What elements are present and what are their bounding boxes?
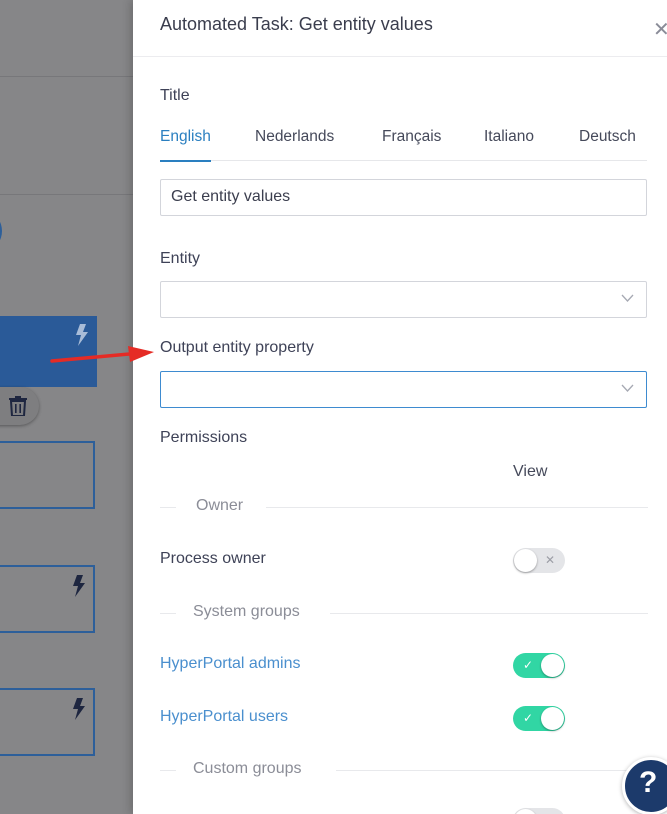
- permission-row-label[interactable]: HyperPortal users: [160, 708, 288, 726]
- permission-row-label[interactable]: HyperPortal admins: [160, 655, 301, 673]
- permission-group-name: Custom groups: [193, 760, 302, 777]
- annotation-arrow: [50, 346, 154, 363]
- close-icon[interactable]: ✕: [653, 20, 667, 40]
- view-column-header: View: [513, 463, 548, 480]
- tab-deutsch[interactable]: Deutsch: [579, 128, 636, 161]
- lightning-icon: [73, 575, 85, 597]
- delete-button: [0, 387, 39, 425]
- permission-group-header: System groups: [160, 603, 648, 623]
- background-divider: [0, 76, 133, 77]
- permissions-label: Permissions: [160, 429, 248, 446]
- permission-group-name: System groups: [193, 603, 300, 620]
- help-button[interactable]: ?: [622, 757, 667, 814]
- chevron-down-icon: [621, 294, 634, 302]
- background-circle-button: [0, 214, 2, 248]
- background-task-box: [0, 565, 95, 633]
- background-task-box: [0, 441, 95, 509]
- permission-group-header: Custom groups: [160, 760, 648, 780]
- chevron-down-icon: [621, 384, 634, 392]
- background-page: [0, 0, 133, 814]
- permission-group-name: Owner: [196, 497, 244, 514]
- task-settings-drawer: Automated Task: Get entity values ✕ Titl…: [133, 0, 667, 814]
- lightning-icon: [73, 698, 85, 720]
- language-tabs: English Nederlands Français Italiano Deu…: [160, 128, 647, 162]
- tab-nederlands[interactable]: Nederlands: [255, 128, 334, 161]
- tab-italiano[interactable]: Italiano: [484, 128, 534, 161]
- permission-group-header: Owner: [160, 497, 648, 517]
- hyperportal-users-view-toggle[interactable]: ✓: [513, 706, 565, 731]
- permission-row-label: Process owner: [160, 550, 266, 567]
- background-divider: [0, 194, 133, 195]
- output-entity-property-select[interactable]: [160, 371, 647, 408]
- background-task-box: [0, 688, 95, 756]
- hyperportal-admins-view-toggle[interactable]: ✓: [513, 653, 565, 678]
- drawer-header: Automated Task: Get entity values ✕: [133, 0, 667, 57]
- custom-group-view-toggle[interactable]: [513, 808, 565, 814]
- tab-francais[interactable]: Français: [382, 128, 441, 161]
- x-icon: ✕: [544, 553, 555, 567]
- output-entity-property-label: Output entity property: [160, 339, 314, 356]
- tab-english[interactable]: English: [160, 128, 211, 162]
- question-mark-icon: ?: [639, 766, 658, 799]
- title-label: Title: [160, 87, 190, 104]
- title-input[interactable]: Get entity values: [160, 179, 647, 216]
- entity-label: Entity: [160, 250, 201, 267]
- check-icon: ✓: [523, 711, 534, 725]
- check-icon: ✓: [523, 658, 534, 672]
- title-input-value: Get entity values: [171, 188, 291, 205]
- entity-select[interactable]: [160, 281, 647, 318]
- trash-icon: [9, 396, 27, 416]
- drawer-title: Automated Task: Get entity values: [160, 14, 433, 34]
- process-owner-view-toggle[interactable]: ✕: [513, 548, 565, 573]
